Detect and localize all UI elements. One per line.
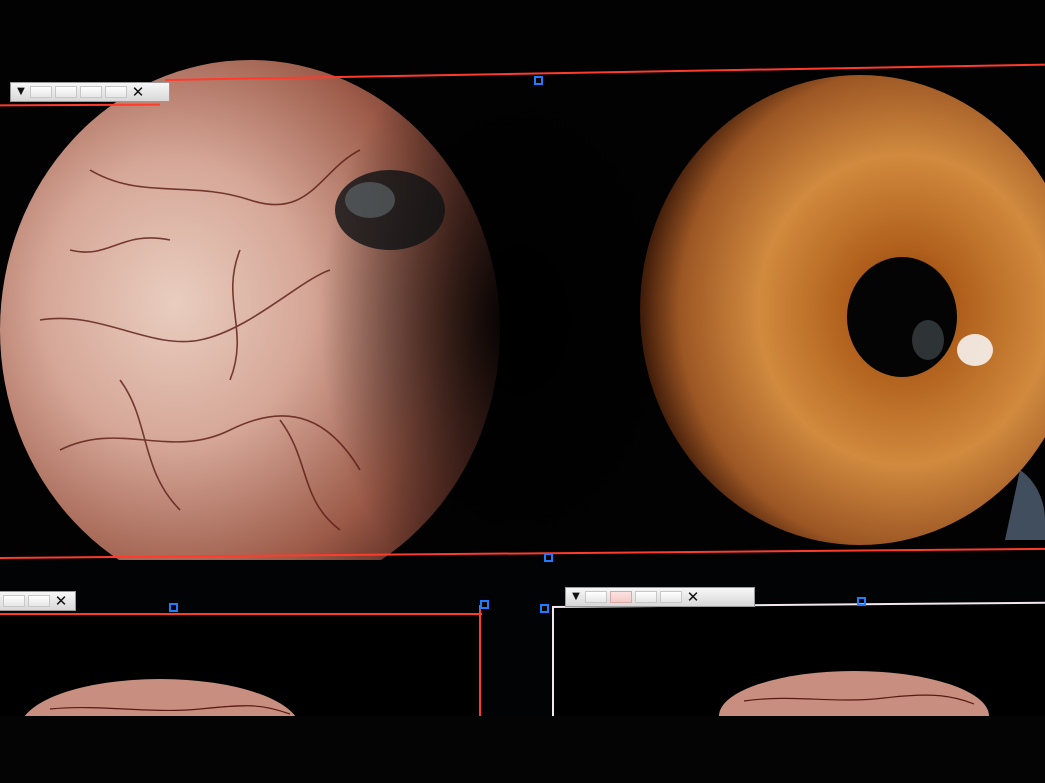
close-icon[interactable]: ✕ bbox=[130, 84, 146, 100]
toolbar-slot-4[interactable] bbox=[660, 591, 682, 603]
bottom-right-frame-left bbox=[552, 607, 554, 717]
bottom-right-viewport[interactable] bbox=[554, 606, 1045, 718]
render-stage: ▼ ✕ ✕ ▼ ✕ bbox=[0, 0, 1045, 783]
toolbar-slot-3[interactable] bbox=[635, 591, 657, 603]
triangle-down-icon[interactable]: ▼ bbox=[570, 590, 582, 604]
bottom-left-panel-toolbar: ✕ bbox=[0, 591, 76, 611]
close-icon[interactable]: ✕ bbox=[53, 593, 69, 609]
main-panel-toolbar: ▼ ✕ bbox=[10, 82, 170, 102]
toolbar-slot-1[interactable] bbox=[30, 86, 52, 98]
bottom-right-eye-render bbox=[719, 671, 989, 718]
toolbar-slot-1[interactable] bbox=[3, 595, 25, 607]
close-icon[interactable]: ✕ bbox=[685, 589, 701, 605]
toolbar-slot-2-active[interactable] bbox=[610, 591, 632, 603]
main-bottom-handle[interactable] bbox=[544, 553, 553, 562]
bottom-left-sclera bbox=[23, 679, 297, 718]
screen-bezel bbox=[0, 716, 1045, 783]
specular-highlight bbox=[957, 334, 993, 366]
bottom-left-corner-handle[interactable] bbox=[480, 600, 489, 609]
triangle-down-icon[interactable]: ▼ bbox=[15, 85, 27, 99]
main-top-handle[interactable] bbox=[534, 76, 543, 85]
bottom-right-sclera bbox=[719, 671, 989, 718]
pupil-shape bbox=[847, 257, 957, 377]
bottom-right-top-handle[interactable] bbox=[857, 597, 866, 606]
toolbar-slot-3[interactable] bbox=[80, 86, 102, 98]
bottom-left-frame-right bbox=[479, 605, 481, 717]
toolbar-slot-2[interactable] bbox=[55, 86, 77, 98]
toolbar-slot-4[interactable] bbox=[105, 86, 127, 98]
bottom-left-eye-render bbox=[23, 679, 297, 718]
toolbar-slot-2[interactable] bbox=[28, 595, 50, 607]
bottom-right-panel-toolbar: ▼ ✕ bbox=[565, 587, 755, 607]
bottom-left-frame-top bbox=[0, 613, 482, 615]
bottom-left-viewport[interactable] bbox=[0, 614, 480, 718]
bottom-left-top-handle[interactable] bbox=[169, 603, 178, 612]
bottom-right-corner-handle[interactable] bbox=[540, 604, 549, 613]
toolbar-slot-1[interactable] bbox=[585, 591, 607, 603]
